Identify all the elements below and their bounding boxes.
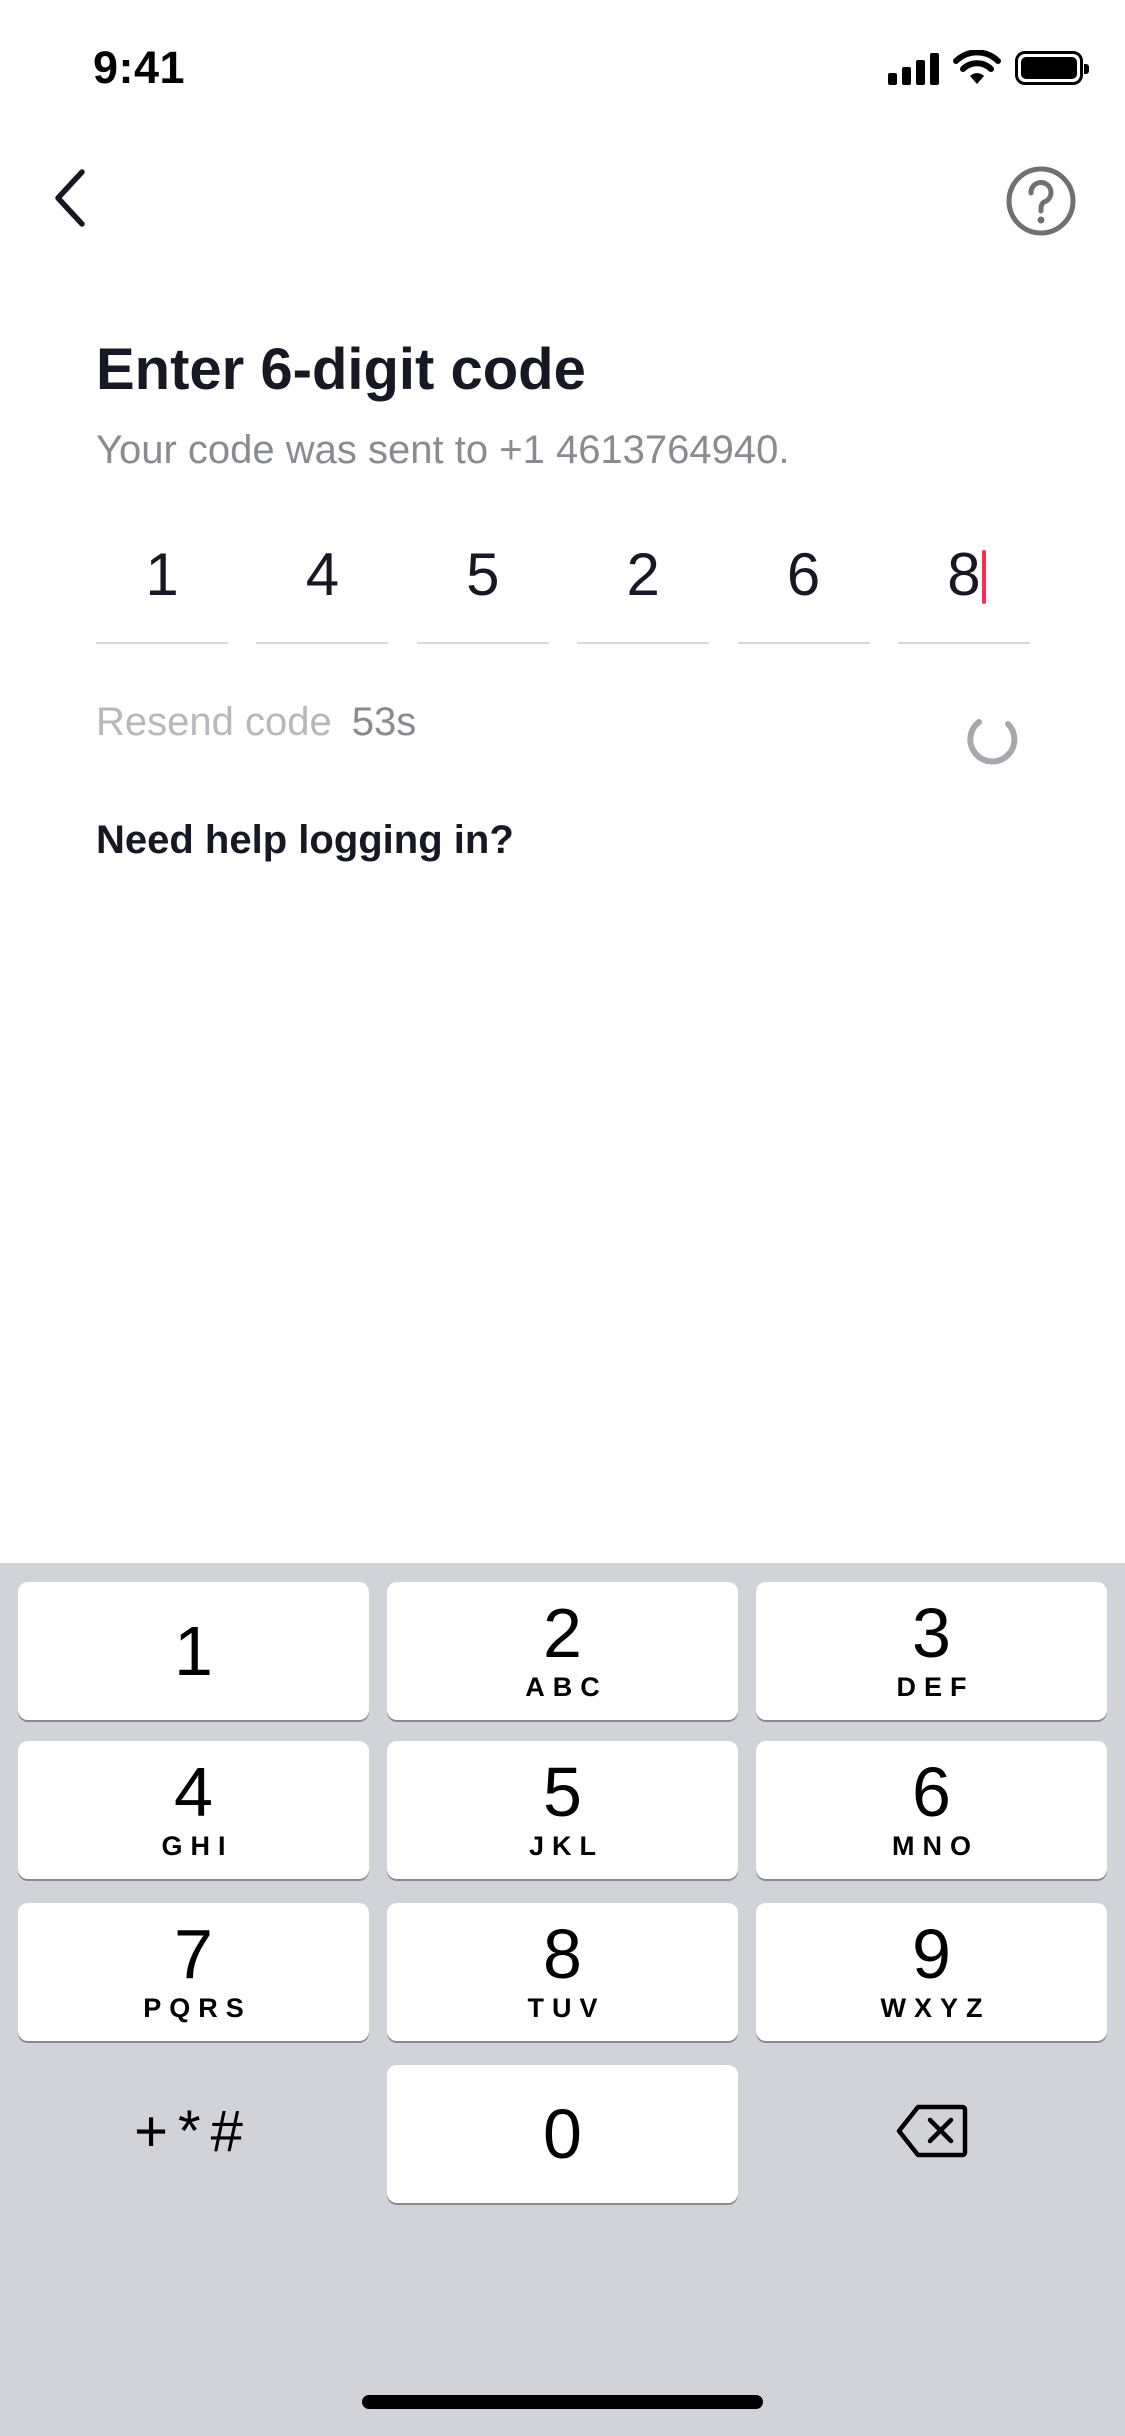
key-9[interactable]: 9 WXYZ [756,1903,1107,2041]
key-number: 2 [543,1594,582,1672]
key-delete[interactable] [756,2062,1107,2200]
code-digit-box[interactable]: 4 [256,528,389,644]
key-number: 6 [912,1753,951,1831]
wifi-icon [953,50,1001,84]
code-digit: 2 [626,541,660,608]
key-7[interactable]: 7 PQRS [18,1903,369,2041]
key-3[interactable]: 3 DEF [756,1582,1107,1720]
key-letters: ABC [525,1672,608,1702]
resend-code-button[interactable]: Resend code [96,700,332,744]
backspace-icon [896,2104,967,2158]
status-icons [888,50,1089,86]
key-number: 3 [912,1594,951,1672]
key-2[interactable]: 2 ABC [387,1582,738,1720]
key-letters: PQRS [143,1993,252,2023]
loading-spinner-icon [967,719,1018,765]
key-symbols-label: +*# [134,2098,253,2164]
battery-icon [1015,51,1089,85]
key-letters: TUV [527,1993,606,2023]
signal-icon [888,51,939,85]
key-letters: WXYZ [880,1993,991,2023]
key-letters: JKL [528,1831,604,1861]
code-digit: 6 [786,541,821,608]
need-help-link[interactable]: Need help logging in? [96,818,514,863]
verification-code-input[interactable]: 1 4 5 2 6 8 [96,528,1030,644]
resend-row: Resend code 53s [96,700,416,745]
code-digit: 5 [466,541,500,608]
back-button[interactable] [40,160,100,236]
code-digit: 8 [947,541,981,608]
code-digit-box-active[interactable]: 8 [897,528,1030,644]
chevron-left-icon [55,169,85,227]
key-letters: DEF [896,1672,975,1702]
code-digit: 1 [145,541,179,608]
key-0[interactable]: 0 [387,2065,738,2203]
key-number: 8 [543,1915,582,1993]
help-button[interactable] [1004,164,1078,238]
status-time: 9:41 [93,42,186,93]
status-bar: 9:41 [0,0,1125,140]
code-digit: 4 [305,541,340,608]
resend-countdown: 53s [351,700,417,744]
code-digit-box[interactable]: 6 [737,528,870,644]
key-8[interactable]: 8 TUV [387,1903,738,2041]
key-4[interactable]: 4 GHI [18,1741,369,1879]
key-6[interactable]: 6 MNO [756,1741,1107,1879]
question-circle-icon [1006,166,1076,236]
key-number: 4 [174,1753,213,1831]
key-number: 5 [543,1753,582,1831]
code-digit-box[interactable]: 5 [416,528,549,644]
key-number: 9 [912,1915,951,1993]
code-digit-box[interactable]: 2 [577,528,710,644]
code-digit-box[interactable]: 1 [96,528,228,644]
page-title: Enter 6-digit code [96,337,586,402]
key-letters: GHI [161,1831,234,1861]
home-indicator [362,2395,763,2409]
text-caret [981,550,986,604]
key-letters: MNO [892,1831,979,1861]
key-number: 7 [174,1915,213,1993]
numeric-keypad: 1 2 ABC 3 DEF 4 GHI 5 JKL 6 MNO 7 PQRS 8… [0,1563,1125,2436]
code-sent-subtitle: Your code was sent to +1 4613764940. [96,428,790,472]
key-number: 1 [174,1612,213,1690]
key-number: 0 [543,2095,582,2173]
key-symbols[interactable]: +*# [18,2062,369,2200]
key-1[interactable]: 1 [18,1582,369,1720]
key-5[interactable]: 5 JKL [387,1741,738,1879]
